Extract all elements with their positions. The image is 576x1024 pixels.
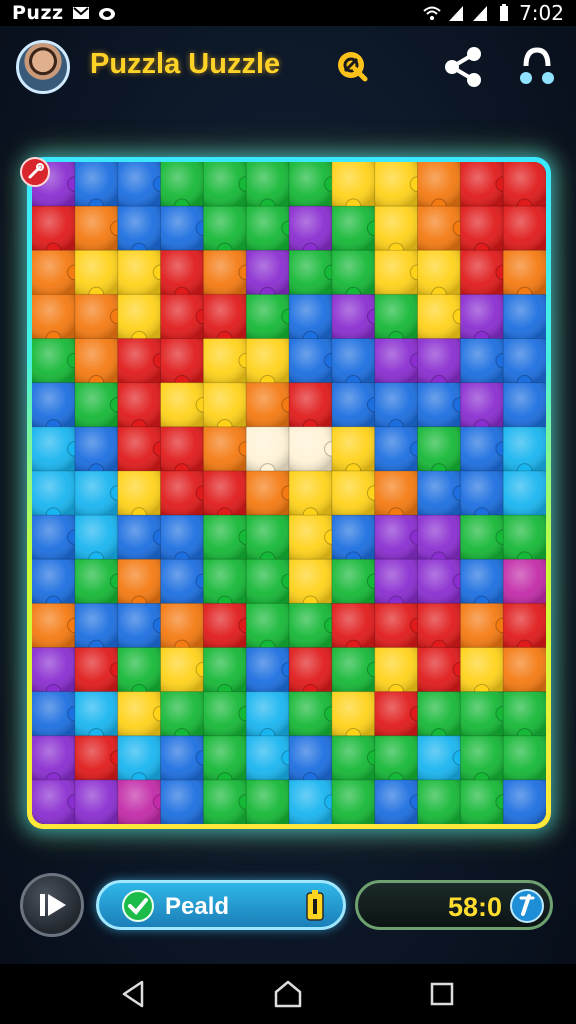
puzzle-grid[interactable] <box>32 162 546 824</box>
signal-icon <box>473 6 488 21</box>
nav-bar <box>0 964 576 1024</box>
play-pause-icon <box>40 894 66 916</box>
puzzle-piece[interactable] <box>246 779 290 824</box>
status-pill[interactable]: Peald <box>96 880 346 930</box>
recents-icon[interactable] <box>426 978 458 1010</box>
magnifier-badge-icon[interactable] <box>336 50 370 84</box>
wrench-icon <box>28 163 44 179</box>
puzzle-piece[interactable] <box>503 294 546 340</box>
puzzle-piece[interactable] <box>503 779 546 824</box>
battery-icon <box>306 890 324 921</box>
puzzle-piece[interactable] <box>503 735 546 781</box>
status-left: Puzz <box>0 2 116 24</box>
puzzle-piece[interactable] <box>417 779 461 824</box>
check-icon <box>122 890 154 922</box>
puzzle-piece[interactable] <box>503 206 546 251</box>
gmail-icon <box>72 7 89 19</box>
home-icon[interactable] <box>272 978 304 1010</box>
status-time: 7:02 <box>519 1 564 25</box>
cat-icon <box>98 8 115 20</box>
header: Puzzla Uuzzle <box>0 30 576 106</box>
puzzle-piece[interactable] <box>74 779 119 824</box>
puzzle-board-frame <box>27 157 551 829</box>
puzzle-piece[interactable] <box>331 779 376 824</box>
wifi-icon <box>423 6 441 20</box>
status-bar: Puzz 7:02 <box>0 0 576 26</box>
puzzle-piece[interactable] <box>160 779 204 824</box>
battery-icon <box>500 4 509 21</box>
timer-icon[interactable] <box>508 887 546 925</box>
timer-value: 58:0 <box>447 892 502 922</box>
status-label: Peald <box>165 893 230 920</box>
puzzle-piece[interactable] <box>503 470 546 516</box>
play-pause-button[interactable] <box>20 873 84 937</box>
timer-pill: 58:0 <box>355 880 553 930</box>
page-title: Puzzla Uuzzle <box>90 48 281 80</box>
app-screen: Puzz 7:02 Puzzla Uuzzle Peald 58:0 <box>0 0 576 1024</box>
status-app-name: Puzz <box>12 2 64 24</box>
puzzle-piece[interactable] <box>503 647 546 693</box>
people-icon[interactable] <box>514 44 560 90</box>
share-icon[interactable] <box>440 44 486 90</box>
signal-icon <box>449 6 464 21</box>
avatar[interactable] <box>16 40 70 94</box>
back-icon[interactable] <box>118 978 150 1010</box>
puzzle-board <box>32 162 546 824</box>
puzzle-piece[interactable] <box>503 559 546 604</box>
puzzle-piece[interactable] <box>503 382 546 428</box>
status-right: 7:02 <box>423 1 576 25</box>
wrench-button[interactable] <box>20 157 50 187</box>
